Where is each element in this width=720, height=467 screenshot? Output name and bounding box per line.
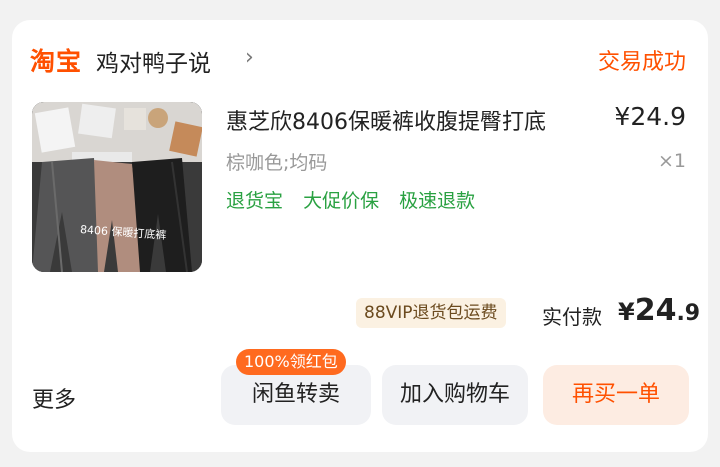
- chevron-right-icon[interactable]: ›: [245, 45, 254, 70]
- amount-decimal: .9: [676, 301, 701, 326]
- amount-integer: 24: [634, 293, 677, 328]
- product-price: ¥24.9: [614, 102, 686, 131]
- service-tags: 退货宝 大促价保 极速退款: [226, 186, 489, 213]
- product-title[interactable]: 惠芝欣8406保暖裤收腹提臀打底: [226, 104, 546, 136]
- add-to-cart-button[interactable]: 加入购物车: [382, 365, 528, 425]
- tag-return-insurance: 退货宝: [226, 190, 284, 212]
- product-image: [32, 102, 202, 272]
- currency-symbol: ¥: [618, 298, 635, 326]
- taobao-logo: 淘宝: [30, 47, 83, 76]
- product-spec: 棕咖色;均码: [226, 152, 328, 174]
- more-button[interactable]: 更多: [32, 382, 76, 414]
- order-status: 交易成功: [597, 50, 686, 75]
- tag-price-protection: 大促价保: [303, 190, 380, 212]
- store-name[interactable]: 鸡对鸭子说: [96, 44, 211, 78]
- buy-again-button[interactable]: 再买一单: [543, 365, 689, 425]
- paid-amount: ¥24.9: [618, 293, 700, 328]
- red-envelope-badge: 100%领红包: [236, 349, 346, 375]
- product-quantity: ×1: [657, 150, 686, 172]
- paid-label: 实付款: [542, 305, 602, 329]
- tag-fast-refund: 极速退款: [399, 190, 476, 212]
- product-thumbnail[interactable]: 8406 保暖打底裤: [32, 102, 202, 272]
- vip-return-badge: 88VIP退货包运费: [356, 298, 506, 328]
- order-card: 淘宝 鸡对鸭子说 › 交易成功 8406 保暖打底裤 惠芝欣8406保暖裤收腹提…: [12, 20, 708, 452]
